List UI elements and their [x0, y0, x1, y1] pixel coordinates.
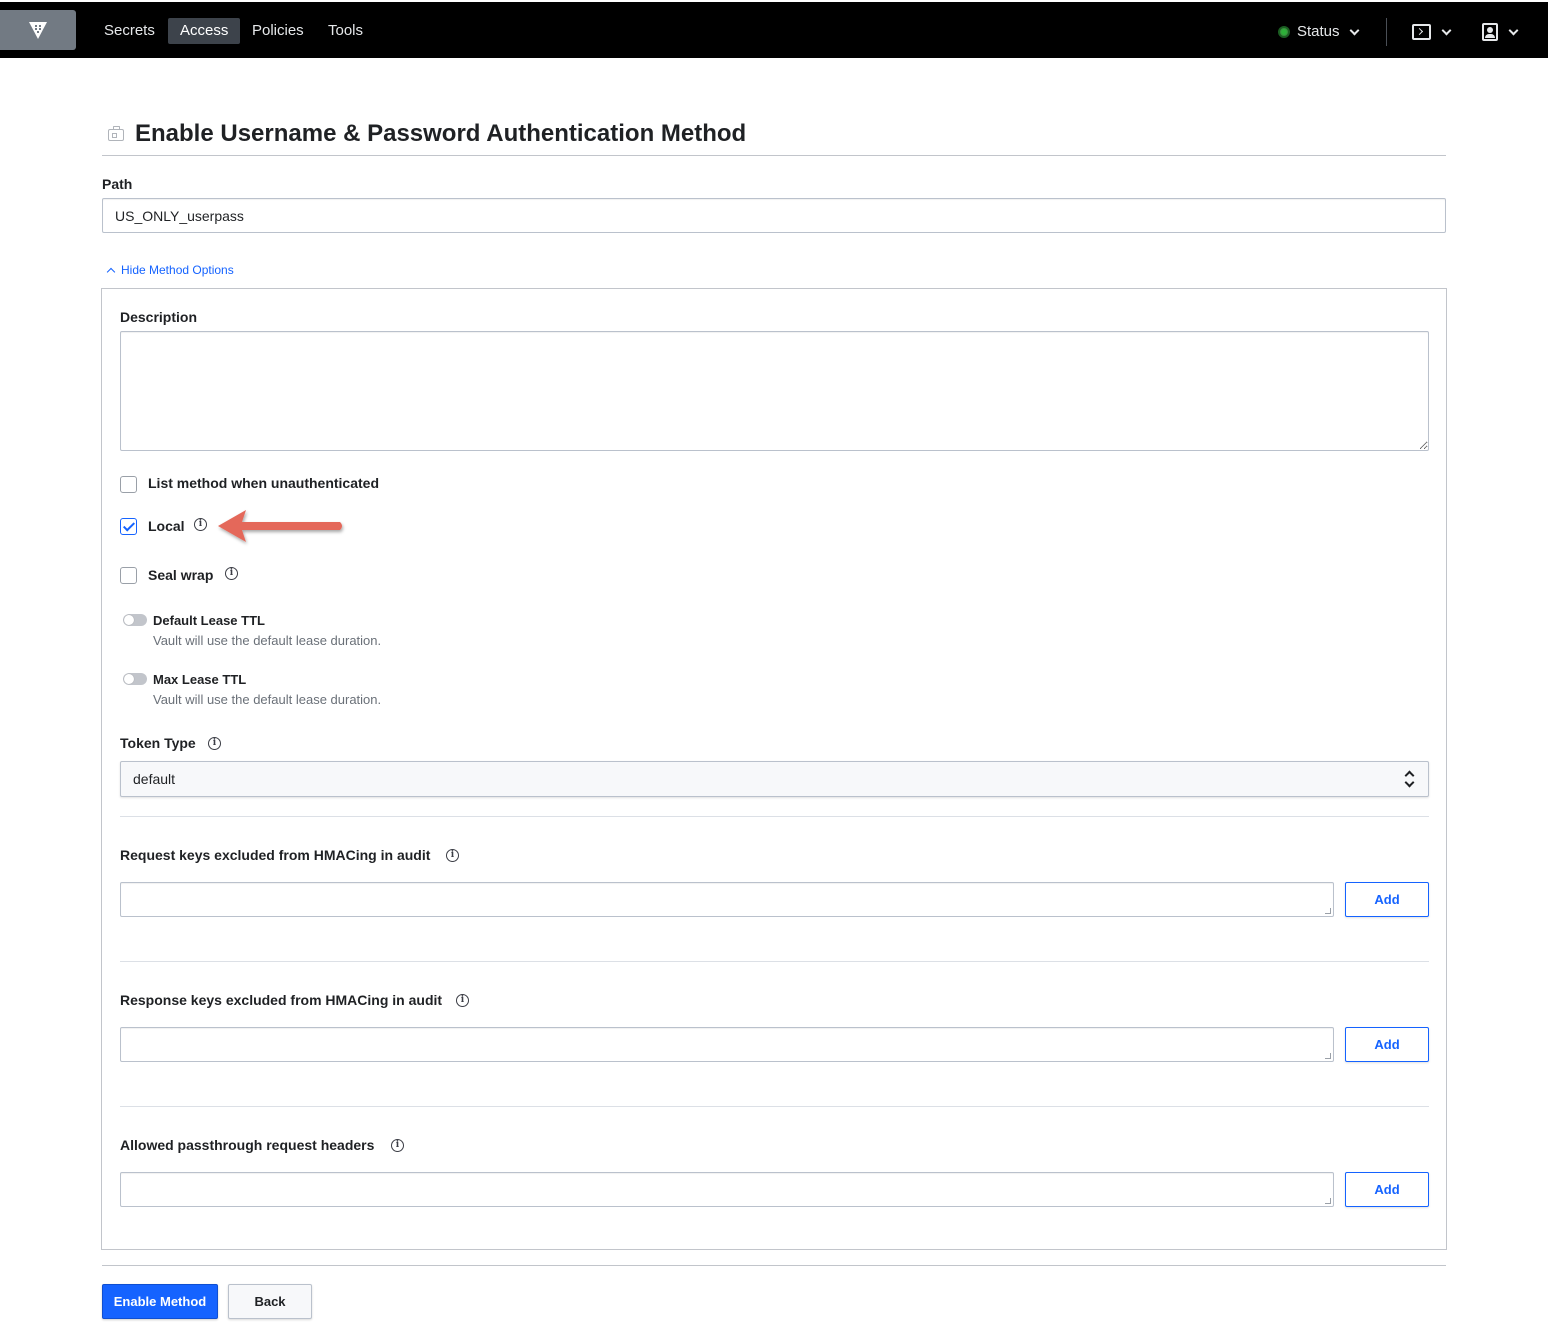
request-keys-label: Request keys excluded from HMACing in au…: [120, 847, 431, 863]
hide-method-options-label: Hide Method Options: [121, 263, 234, 277]
max-lease-ttl-label: Max Lease TTL: [153, 672, 247, 687]
description-label: Description: [120, 309, 198, 325]
nav-divider: [1386, 18, 1387, 46]
token-type-label: Token Type: [120, 735, 196, 751]
default-lease-ttl-help: Vault will use the default lease duratio…: [153, 633, 382, 648]
status-label: Status: [1297, 23, 1340, 40]
response-keys-add-button[interactable]: Add: [1345, 1027, 1429, 1062]
token-type-select[interactable]: default: [120, 761, 1429, 797]
resize-grip-icon[interactable]: [1325, 1053, 1331, 1059]
info-icon[interactable]: i: [391, 1139, 404, 1152]
max-lease-ttl-help: Vault will use the default lease duratio…: [153, 692, 382, 707]
annotation-arrow-icon: [218, 510, 342, 542]
passthrough-headers-add-button[interactable]: Add: [1345, 1172, 1429, 1207]
status-indicator-icon: [1278, 26, 1290, 38]
default-lease-ttl-label: Default Lease TTL: [153, 613, 265, 628]
section-divider: [120, 961, 1429, 962]
page-title: Enable Username & Password Authenticatio…: [135, 120, 747, 147]
info-icon[interactable]: i: [446, 849, 459, 862]
user-menu-button[interactable]: [1482, 20, 1519, 44]
response-keys-input[interactable]: [120, 1027, 1334, 1062]
token-type-selected-value: default: [133, 771, 176, 787]
section-divider: [120, 816, 1429, 817]
select-updown-icon: [1404, 770, 1414, 788]
chevron-up-icon: [106, 267, 116, 276]
auth-method-icon: [108, 126, 124, 141]
request-keys-input[interactable]: [120, 882, 1334, 917]
vault-logo-icon[interactable]: [0, 10, 76, 50]
chevron-down-icon: [1508, 25, 1519, 35]
chevron-down-icon: [1441, 25, 1452, 35]
passthrough-headers-input[interactable]: [120, 1172, 1334, 1207]
request-keys-add-button[interactable]: Add: [1345, 882, 1429, 917]
seal-wrap-checkbox[interactable]: [120, 567, 137, 584]
top-navigation-bar: Secrets Access Policies Tools Status: [0, 2, 1548, 58]
resize-grip-icon[interactable]: [1325, 1198, 1331, 1204]
max-lease-ttl-switch[interactable]: [123, 673, 147, 685]
section-divider: [120, 1106, 1429, 1107]
nav-link-tools[interactable]: Tools: [316, 18, 375, 44]
user-icon: [1482, 23, 1498, 41]
status-menu[interactable]: Status: [1278, 19, 1359, 45]
local-label: Local: [148, 518, 185, 534]
passthrough-headers-label: Allowed passthrough request headers: [120, 1137, 375, 1153]
info-icon[interactable]: i: [225, 567, 238, 580]
list-unauthenticated-checkbox[interactable]: [120, 476, 137, 493]
nav-link-access[interactable]: Access: [168, 18, 241, 44]
info-icon[interactable]: i: [208, 737, 221, 750]
enable-method-button[interactable]: Enable Method: [102, 1284, 218, 1319]
seal-wrap-label: Seal wrap: [148, 567, 214, 583]
footer-divider: [102, 1265, 1446, 1266]
page-header: Enable Username & Password Authenticatio…: [102, 118, 1446, 156]
default-lease-ttl-switch[interactable]: [123, 614, 147, 626]
resize-grip-icon[interactable]: [1325, 908, 1331, 914]
nav-link-secrets[interactable]: Secrets: [92, 18, 167, 44]
path-input[interactable]: [102, 198, 1446, 233]
console-menu-button[interactable]: [1412, 20, 1452, 44]
back-button[interactable]: Back: [228, 1284, 312, 1319]
list-unauthenticated-label: List method when unauthenticated: [148, 475, 380, 491]
info-icon[interactable]: i: [456, 994, 469, 1007]
local-checkbox[interactable]: [120, 518, 137, 535]
info-icon[interactable]: i: [194, 518, 207, 531]
hide-method-options-toggle[interactable]: Hide Method Options: [106, 263, 234, 277]
response-keys-label: Response keys excluded from HMACing in a…: [120, 992, 443, 1008]
description-textarea[interactable]: [120, 331, 1429, 451]
chevron-down-icon: [1349, 25, 1359, 35]
path-label: Path: [102, 176, 133, 192]
nav-link-policies[interactable]: Policies: [240, 18, 316, 44]
terminal-icon: [1412, 24, 1431, 40]
